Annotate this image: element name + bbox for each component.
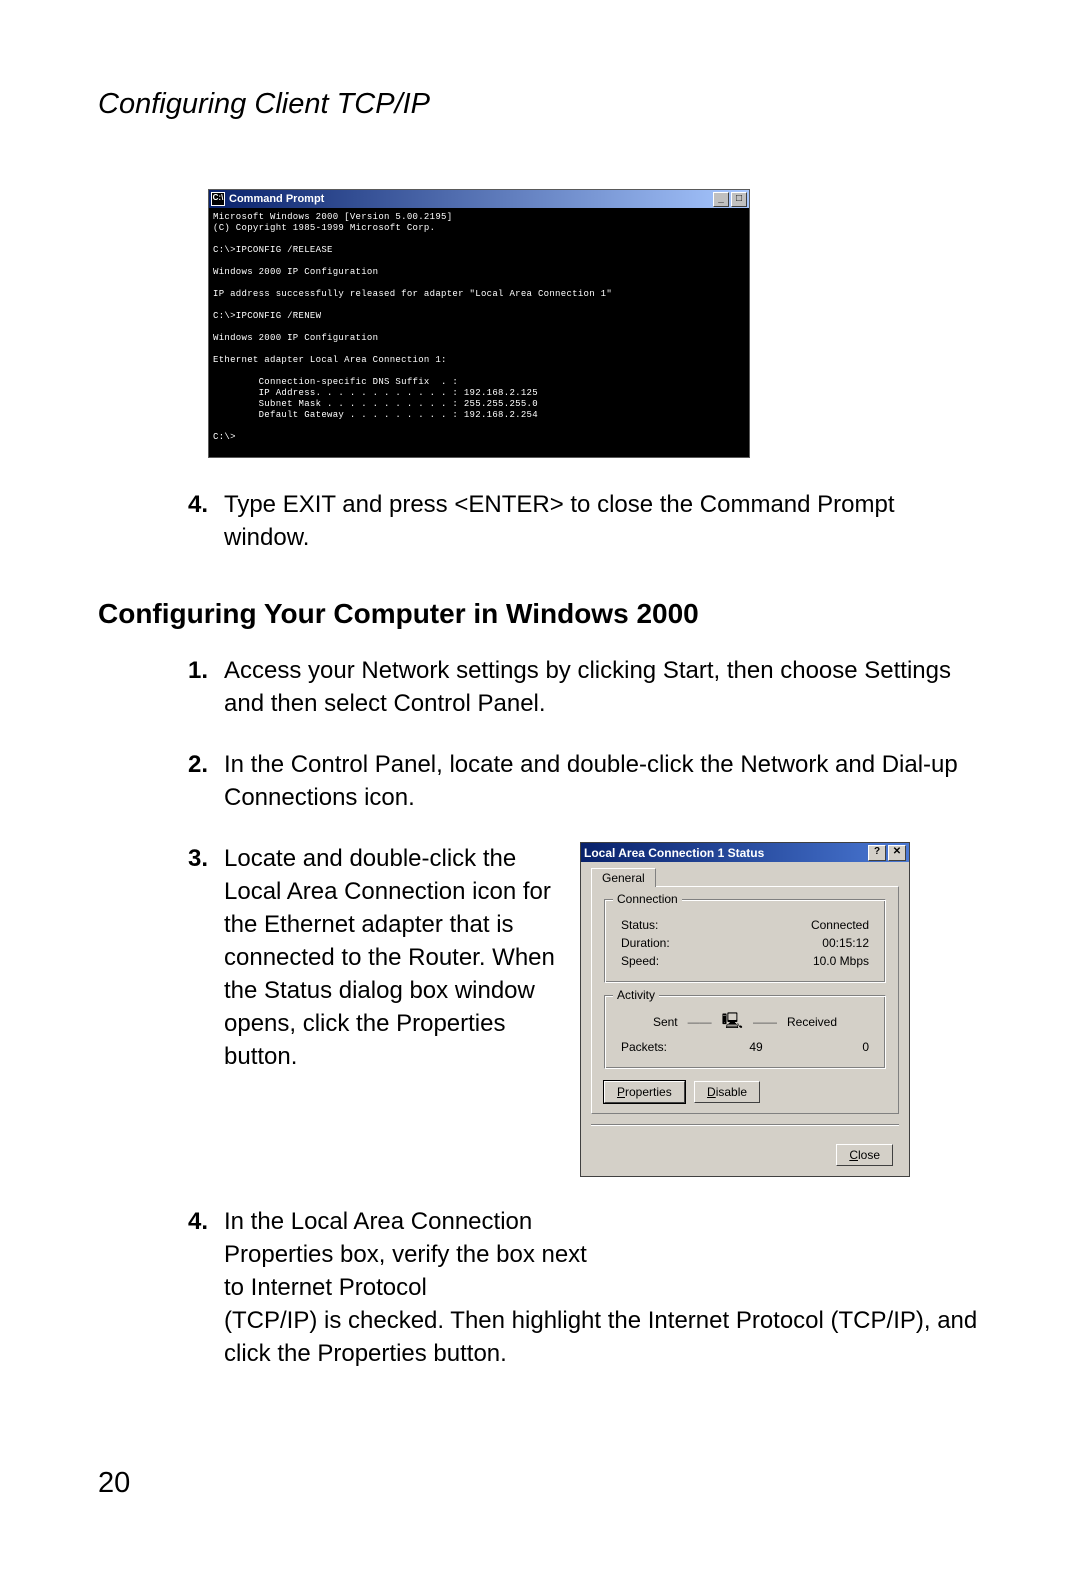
minimize-button[interactable]: _ (713, 192, 729, 207)
close-x-button[interactable]: ✕ (888, 845, 906, 861)
command-prompt-sysmenu-icon: C:\ (211, 192, 225, 206)
step-number: 2. (188, 748, 224, 814)
group-connection: Connection Status: Connected Duration: 0… (604, 899, 886, 983)
command-prompt-title: Command Prompt (229, 193, 324, 205)
separator (591, 1124, 899, 1126)
speed-label: Speed: (621, 954, 659, 968)
step-4-text-full: (TCP/IP) is checked. Then highlight the … (224, 1304, 982, 1370)
packets-sent-value: 49 (711, 1040, 801, 1054)
step-number: 4. (188, 1205, 224, 1370)
step-number: 3. (188, 842, 224, 1073)
step-text: Locate and double-click the Local Area C… (224, 842, 568, 1073)
tab-general[interactable]: General (591, 868, 656, 887)
document-page: Configuring Client TCP/IP C:\ Command Pr… (0, 0, 1080, 1570)
step-4-text-top: In the Local Area Connection Properties … (224, 1205, 604, 1304)
step-4-top: 4. Type EXIT and press <ENTER> to close … (188, 488, 982, 554)
page-header: Configuring Client TCP/IP (98, 88, 982, 121)
page-number: 20 (98, 1467, 130, 1500)
help-button[interactable]: ? (868, 845, 886, 861)
group-activity-legend: Activity (613, 988, 659, 1002)
received-label: Received (787, 1015, 837, 1029)
lan-status-dialog: Local Area Connection 1 Status ? ✕ Gener… (580, 842, 910, 1177)
lan-status-title: Local Area Connection 1 Status (584, 846, 764, 860)
step-1: 1. Access your Network settings by click… (188, 654, 982, 720)
lan-status-body: General Connection Status: Connected Dur… (581, 862, 909, 1144)
close-button[interactable]: Close (836, 1144, 893, 1166)
step-number: 1. (188, 654, 224, 720)
duration-label: Duration: (621, 936, 670, 950)
step-2: 2. In the Control Panel, locate and doub… (188, 748, 982, 814)
step-3-row: 3. Locate and double-click the Local Are… (188, 842, 982, 1177)
disable-button[interactable]: Disable (694, 1081, 760, 1103)
lan-status-titlebar: Local Area Connection 1 Status ? ✕ (581, 843, 909, 862)
network-activity-icon: 🖳 (722, 1014, 743, 1030)
status-label: Status: (621, 918, 658, 932)
status-value: Connected (811, 918, 869, 932)
button-row: Properties Disable (604, 1081, 886, 1103)
command-prompt-titlebar: C:\ Command Prompt _ □ (209, 190, 749, 208)
group-connection-legend: Connection (613, 892, 682, 906)
step-3: 3. Locate and double-click the Local Are… (188, 842, 568, 1073)
duration-value: 00:15:12 (822, 936, 869, 950)
step-text: Access your Network settings by clicking… (224, 654, 982, 720)
packets-received-value: 0 (801, 1040, 869, 1054)
step-number: 4. (188, 488, 224, 554)
step-text: Type EXIT and press <ENTER> to close the… (224, 488, 982, 554)
lan-status-panel: Connection Status: Connected Duration: 0… (591, 886, 899, 1114)
packets-label: Packets: (621, 1040, 711, 1054)
section-heading: Configuring Your Computer in Windows 200… (98, 598, 982, 630)
dash-left: —— (688, 1015, 712, 1029)
sent-label: Sent (653, 1015, 678, 1029)
command-prompt-window: C:\ Command Prompt _ □ Microsoft Windows… (208, 189, 750, 458)
step-4-bottom: 4. In the Local Area Connection Properti… (188, 1205, 982, 1370)
command-prompt-output: Microsoft Windows 2000 [Version 5.00.219… (209, 208, 749, 457)
group-activity: Activity Sent —— 🖳 —— Received Packets: … (604, 995, 886, 1069)
step-text: In the Control Panel, locate and double-… (224, 748, 982, 814)
maximize-button[interactable]: □ (731, 192, 747, 207)
dash-right: —— (753, 1015, 777, 1029)
properties-button[interactable]: Properties (604, 1081, 685, 1103)
speed-value: 10.0 Mbps (813, 954, 869, 968)
